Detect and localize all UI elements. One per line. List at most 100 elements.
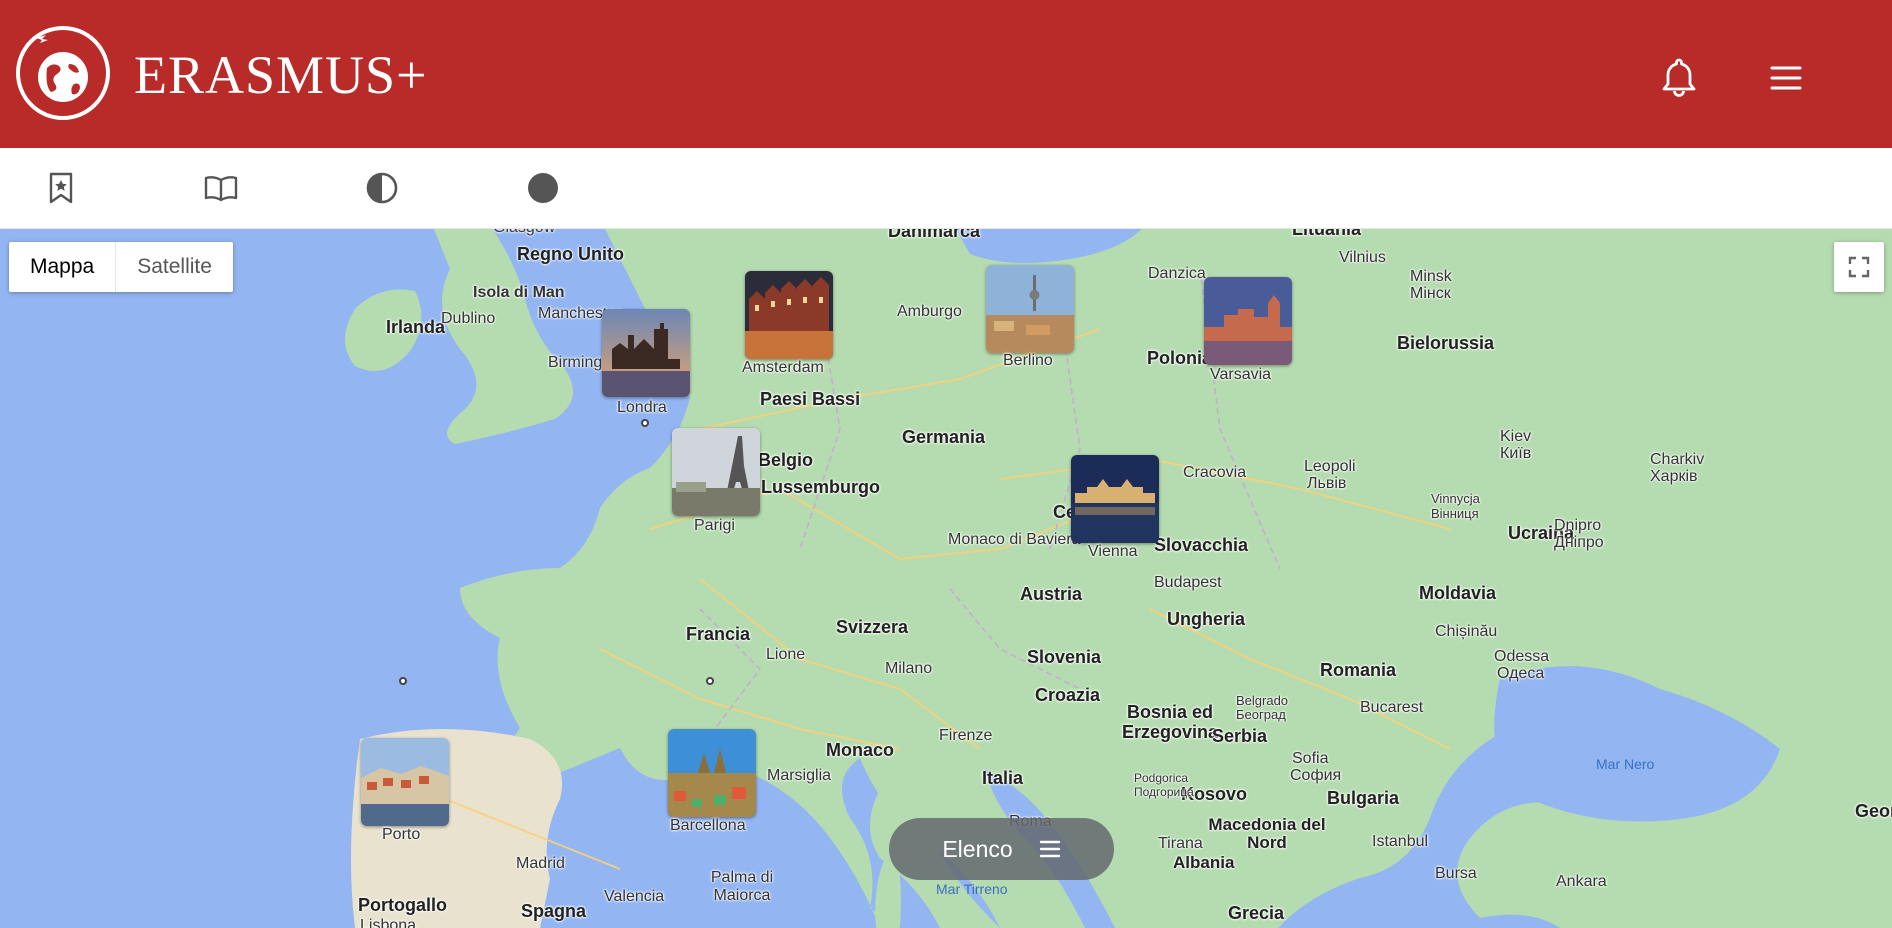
city-label: Chișinău <box>1435 623 1498 640</box>
city-label: Danzica <box>1148 265 1206 282</box>
country-label: Spagna <box>521 901 587 921</box>
country-label: Regno Unito <box>517 244 624 264</box>
country-label: Albania <box>1173 853 1235 872</box>
country-label: Monaco <box>826 740 895 760</box>
map-type-control: Mappa Satellite <box>9 242 233 292</box>
city-label: Lione <box>766 646 806 663</box>
country-label: Germania <box>902 427 986 447</box>
country-label: Bulgaria <box>1327 788 1400 808</box>
city-dot <box>641 419 649 427</box>
city-label: Lisbona <box>360 917 417 928</box>
destination-label: Varsavia <box>1210 366 1272 383</box>
country-label: Svizzera <box>836 617 909 637</box>
country-label: Lussemburgo <box>761 477 881 497</box>
city-label: Sofia <box>1292 750 1329 767</box>
city-label: Amburgo <box>897 303 962 320</box>
destination-label: Londra <box>617 399 667 416</box>
destination-marker-barcellona[interactable] <box>668 729 756 817</box>
city-label: Monaco di Baviera <box>948 531 1081 548</box>
city-photo-varsavia <box>1204 277 1292 365</box>
city-label: Kiev <box>1500 428 1532 445</box>
fullscreen-icon <box>1848 256 1870 278</box>
city-label: Isola di Man <box>473 284 565 301</box>
brand-title: ERASMUS+ <box>134 45 428 105</box>
destination-marker-vienna[interactable] <box>1071 455 1159 543</box>
sea-label: Mar Nero <box>1596 756 1655 772</box>
country-label: Italia <box>982 768 1024 788</box>
destination-label: Berlino <box>1003 352 1053 369</box>
city-label: Firenze <box>939 727 993 744</box>
city-label: Vilnius <box>1339 249 1386 266</box>
city-label: Milano <box>885 660 933 677</box>
country-label: Irlanda <box>386 317 446 337</box>
city-label: Bucarest <box>1360 699 1424 716</box>
city-photo-barcellona <box>668 729 756 817</box>
city-dot <box>706 677 714 685</box>
city-label: Valencia <box>604 888 665 905</box>
bookmark-star-icon <box>49 172 73 204</box>
destination-marker-varsavia[interactable] <box>1204 277 1292 365</box>
country-label: Georgia <box>1855 801 1892 821</box>
country-label: Ungheria <box>1167 609 1246 629</box>
app-header: ERASMUS+ <box>0 0 1892 148</box>
main-menu-button[interactable] <box>1762 54 1810 102</box>
city-label: Харків <box>1650 468 1698 485</box>
city-photo-berlino <box>986 265 1074 353</box>
city-label: Bursa <box>1435 865 1477 882</box>
list-icon <box>1039 840 1060 858</box>
city-label: Istanbul <box>1372 833 1429 850</box>
city-photo-amsterdam <box>745 271 833 359</box>
country-label: Slovenia <box>1027 647 1102 667</box>
city-label: Madrid <box>516 855 565 872</box>
city-dot <box>399 677 407 685</box>
country-label: Moldavia <box>1419 583 1497 603</box>
country-label: Grecia <box>1228 903 1285 923</box>
bookmarks-button[interactable] <box>41 168 81 208</box>
destination-marker-berlino[interactable] <box>986 265 1074 353</box>
city-label: Budapest <box>1154 574 1222 591</box>
destination-label: Porto <box>382 826 421 843</box>
destination-label: Amsterdam <box>742 359 824 376</box>
destination-label: Parigi <box>694 517 735 534</box>
city-label: Odessa <box>1494 648 1550 665</box>
hamburger-menu-icon <box>1770 66 1802 90</box>
list-view-label: Elenco <box>942 835 1013 862</box>
city-label: Marsiglia <box>767 767 832 784</box>
city-label: Belgrado <box>1236 693 1289 708</box>
country-label: Belgio <box>758 450 814 470</box>
city-label: Tirana <box>1158 835 1203 852</box>
destination-marker-parigi[interactable] <box>672 428 760 516</box>
map-type-map-button[interactable]: Mappa <box>9 242 117 292</box>
destination-marker-amsterdam[interactable] <box>745 271 833 359</box>
destination-marker-porto[interactable] <box>361 738 449 826</box>
city-label: Vinnycja <box>1431 491 1480 506</box>
country-label: Portogallo <box>358 895 447 915</box>
city-label: Київ <box>1500 445 1532 462</box>
city-label: Charkiv <box>1650 451 1705 468</box>
contrast-half-circle-icon <box>366 172 398 204</box>
city-photo-londra <box>602 309 690 397</box>
list-view-button[interactable]: Elenco <box>889 818 1114 880</box>
city-label: Dublino <box>441 310 496 327</box>
city-label: Cracovia <box>1183 464 1247 481</box>
guide-button[interactable] <box>201 168 241 208</box>
destination-marker-londra[interactable] <box>602 309 690 397</box>
city-label: Dnipro <box>1554 517 1602 534</box>
city-label: Podgorica <box>1134 771 1189 785</box>
city-photo-porto <box>361 738 449 826</box>
sea-label: Mar Tirreno <box>936 881 1008 897</box>
book-open-icon <box>204 176 238 202</box>
notifications-button[interactable] <box>1655 54 1703 102</box>
contrast-toggle-button[interactable] <box>362 168 402 208</box>
fullscreen-button[interactable] <box>1834 242 1884 292</box>
city-label: Одеса <box>1497 665 1545 682</box>
country-label: Francia <box>686 624 751 644</box>
map-type-satellite-button[interactable]: Satellite <box>116 242 233 292</box>
dark-mode-button[interactable] <box>523 168 563 208</box>
city-label: София <box>1290 767 1342 784</box>
city-photo-vienna <box>1071 455 1159 543</box>
city-label: Minsk <box>1410 268 1452 285</box>
accessibility-toolbar <box>0 148 1892 229</box>
globe-logo-icon[interactable] <box>14 24 112 122</box>
destination-label: Barcellona <box>670 817 746 834</box>
